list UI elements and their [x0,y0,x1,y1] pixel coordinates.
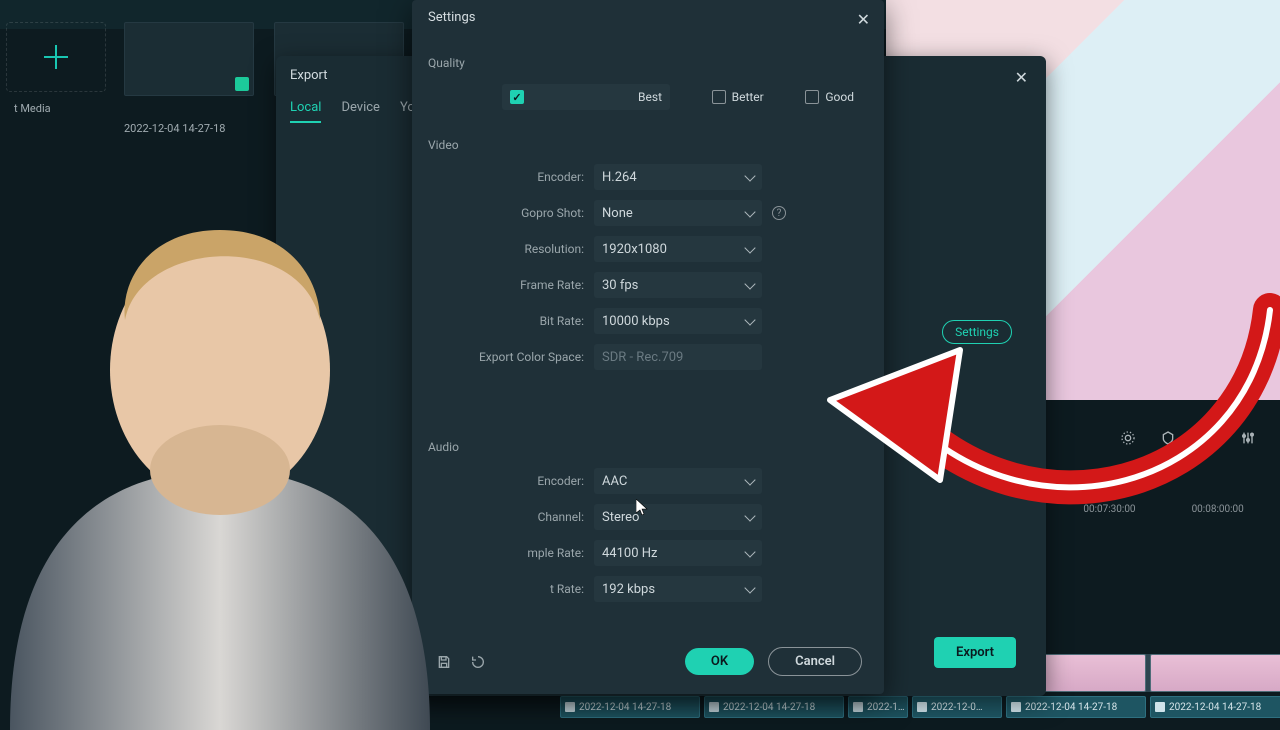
settings-dialog: Settings ✕ Quality Best Better Good Vide… [412,0,884,694]
checkbox-icon [805,90,819,104]
music-note-icon [565,702,575,712]
quality-better[interactable]: Better [712,84,764,110]
export-title: Export [290,68,328,83]
chevron-down-icon [744,278,755,289]
audio-track[interactable]: 2022-12-04 14-27-18 2022-12-04 14-27-18 … [560,696,1280,718]
tab-local[interactable]: Local [290,100,321,123]
close-icon[interactable]: ✕ [1015,68,1028,87]
video-editor-app: 2022-12-04 14-27-18 t Media :00:00 00:07… [0,0,1280,720]
import-media-label: t Media [14,102,51,115]
section-audio: Audio [428,440,459,454]
chevron-down-icon [744,510,755,521]
media-clip[interactable] [124,22,254,96]
select-frame-rate[interactable]: 30 fps [594,272,762,298]
marker-icon[interactable] [1160,430,1176,446]
export-button[interactable]: Export [934,637,1016,668]
section-video: Video [428,138,459,152]
import-media-button[interactable] [6,22,106,92]
audio-clip[interactable]: 2022-12-04 14-27-18 [704,696,844,718]
audio-clip[interactable]: 2022-12-04 14-27-18 [560,696,700,718]
label-channel: Channel: [428,510,584,524]
chevron-down-icon [744,474,755,485]
select-resolution[interactable]: 1920x1080 [594,236,762,262]
label-audio-bitrate: t Rate: [428,582,584,596]
music-note-icon [1155,702,1165,712]
audio-clip[interactable]: 2022-1… [848,696,908,718]
chevron-down-icon [744,242,755,253]
chevron-down-icon [744,206,755,217]
label-color-space: Export Color Space: [428,350,584,364]
chevron-down-icon [744,170,755,181]
label-audio-encoder: Encoder: [428,474,584,488]
ok-button[interactable]: OK [685,648,754,675]
export-tabs: Local Device Yo [290,100,415,123]
music-note-icon [917,702,927,712]
label-gopro-shot: Gopro Shot: [428,206,584,220]
quality-best[interactable]: Best [502,84,670,110]
music-note-icon [1011,702,1021,712]
reset-icon[interactable] [468,652,488,672]
label-resolution: Resolution: [428,242,584,256]
music-note-icon [709,702,719,712]
mixer-icon[interactable] [1240,430,1256,446]
quality-good[interactable]: Good [805,84,854,110]
video-clip[interactable] [1150,654,1280,692]
plus-icon [42,43,70,71]
snapshot-icon[interactable] [1120,430,1136,446]
media-clip-caption: 2022-12-04 14-27-18 [124,122,274,135]
quality-options: Best Better Good [502,84,854,110]
cancel-button[interactable]: Cancel [768,647,862,676]
tab-device[interactable]: Device [341,100,380,123]
settings-button[interactable]: Settings [942,320,1012,344]
dialog-actions: OK Cancel [412,647,884,676]
label-video-encoder: Encoder: [428,170,584,184]
ruler-tick: 00:08:00:00 [1192,504,1244,515]
select-audio-encoder[interactable]: AAC [594,468,762,494]
music-note-icon [853,702,863,712]
select-channel[interactable]: Stereo [594,504,762,530]
select-video-encoder[interactable]: H.264 [594,164,762,190]
voiceover-icon[interactable] [1200,430,1216,446]
label-sample-rate: mple Rate: [428,546,584,560]
select-video-bitrate[interactable]: 10000 kbps [594,308,762,334]
select-audio-bitrate[interactable]: 192 kbps [594,576,762,602]
select-gopro-shot[interactable]: None [594,200,762,226]
dialog-title: Settings [428,10,475,25]
help-icon[interactable]: ? [772,206,786,220]
save-preset-icon[interactable] [434,652,454,672]
select-color-space: SDR - Rec.709 [594,344,762,370]
audio-clip[interactable]: 2022-12-0… [912,696,1002,718]
check-icon [235,77,249,91]
section-quality: Quality [428,56,465,70]
chevron-down-icon [744,582,755,593]
select-sample-rate[interactable]: 44100 Hz [594,540,762,566]
close-icon[interactable]: ✕ [857,10,870,29]
chevron-down-icon [744,314,755,325]
chevron-down-icon [744,546,755,557]
checkbox-icon [510,90,524,104]
label-frame-rate: Frame Rate: [428,278,584,292]
audio-clip[interactable]: 2022-12-04 14-27-18 [1006,696,1146,718]
checkbox-icon [712,90,726,104]
audio-clip[interactable]: 2022-12-04 14-27-18 [1150,696,1280,718]
ruler-tick: 00:07:30:00 [1083,504,1135,515]
label-video-bitrate: Bit Rate: [428,314,584,328]
